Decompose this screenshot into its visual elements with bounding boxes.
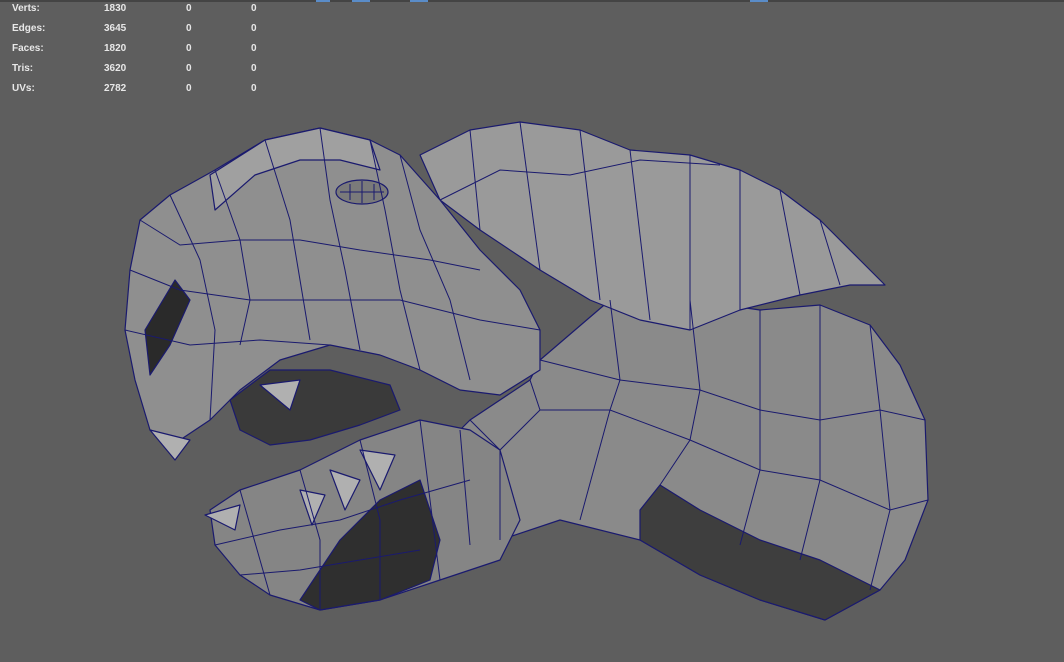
hud-value: 1820 xyxy=(104,43,127,54)
hud-selected-b: 0 xyxy=(251,83,257,94)
hud-selected: 0 xyxy=(186,3,192,14)
hud-row-uvs: UVs: 2782 0 0 xyxy=(0,80,270,100)
hud-selected-b: 0 xyxy=(251,63,257,74)
hud-value: 3645 xyxy=(104,23,127,34)
hud-row-verts: Verts: 1830 0 0 xyxy=(0,0,270,20)
hud-selected: 0 xyxy=(186,83,192,94)
hud-label: UVs: xyxy=(12,83,35,94)
hud-selected: 0 xyxy=(186,63,192,74)
hud-selected-b: 0 xyxy=(251,23,257,34)
hud-row-faces: Faces: 1820 0 0 xyxy=(0,40,270,60)
hud-row-edges: Edges: 3645 0 0 xyxy=(0,20,270,40)
hud-value: 2782 xyxy=(104,83,127,94)
hud-label: Edges: xyxy=(12,23,46,34)
hud-selected: 0 xyxy=(186,43,192,54)
hud-label: Faces: xyxy=(12,43,44,54)
hud-row-tris: Tris: 3620 0 0 xyxy=(0,60,270,80)
creature-head-mesh xyxy=(124,121,929,621)
hud-label: Verts: xyxy=(12,3,40,14)
hud-value: 1830 xyxy=(104,3,127,14)
mouth-cavity xyxy=(229,369,401,446)
hud-label: Tris: xyxy=(12,63,34,74)
hud-selected-b: 0 xyxy=(251,43,257,54)
hud-selected: 0 xyxy=(186,23,192,34)
hud-value: 3620 xyxy=(104,63,127,74)
hud-selected-b: 0 xyxy=(251,3,257,14)
